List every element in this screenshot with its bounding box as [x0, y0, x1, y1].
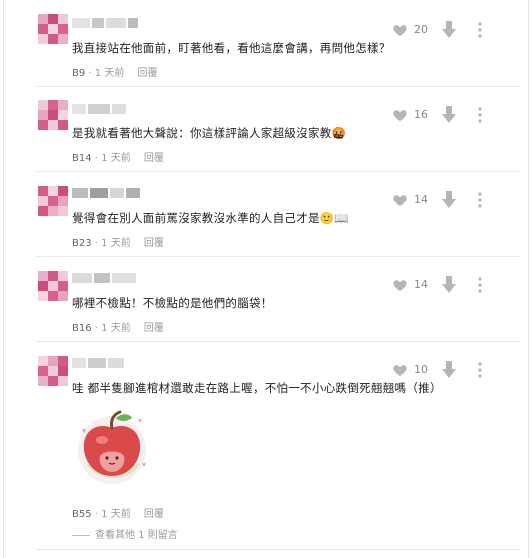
heart-icon[interactable]	[392, 22, 408, 38]
like-count: 10	[414, 363, 428, 376]
divider	[36, 256, 520, 257]
like-count: 14	[414, 193, 428, 206]
like-count: 16	[414, 108, 428, 121]
floor-number: B16	[72, 323, 92, 334]
comment-actions: 14	[392, 191, 502, 209]
view-more-replies[interactable]: 查看其他 1 則留言	[72, 526, 178, 541]
more-options-icon[interactable]	[478, 192, 482, 208]
comment-text: 覺得會在別人面前罵沒家教沒水準的人自己才是🙂📖	[72, 211, 350, 225]
comment-actions: 20	[392, 21, 502, 39]
more-options-icon[interactable]	[478, 277, 482, 293]
username-blurred[interactable]	[72, 358, 128, 372]
arrow-down-icon[interactable]	[442, 191, 456, 209]
like-count: 20	[414, 23, 428, 36]
heart-icon[interactable]	[392, 277, 408, 293]
meta-separator: ·	[94, 323, 98, 334]
comment-text: 哇 都半隻腳進棺材還敢走在路上喔，不怕一不小心跌倒死翹翹嗎（推）	[72, 381, 442, 395]
comment-actions: 14	[392, 276, 502, 294]
heart-icon[interactable]	[392, 362, 408, 378]
avatar[interactable]	[38, 100, 68, 130]
view-more-label: 查看其他 1 則留言	[95, 530, 178, 541]
meta-separator: ·	[94, 153, 98, 164]
apple-character-sticker[interactable]	[72, 404, 154, 486]
comment-time: 1 天前	[101, 238, 131, 249]
heart-icon[interactable]	[392, 107, 408, 123]
arrow-down-icon[interactable]	[442, 106, 456, 124]
meta-separator: ·	[94, 509, 98, 520]
more-line	[72, 534, 90, 536]
avatar[interactable]	[38, 271, 68, 301]
comment-meta: B16 · 1 天前 回覆	[72, 319, 164, 334]
divider	[36, 171, 520, 172]
arrow-down-icon[interactable]	[442, 276, 456, 294]
floor-number: B9	[72, 68, 86, 79]
avatar[interactable]	[38, 14, 68, 44]
avatar[interactable]	[38, 186, 68, 216]
reply-button[interactable]: 回覆	[144, 323, 164, 334]
divider	[36, 86, 520, 87]
arrow-down-icon[interactable]	[442, 361, 456, 379]
more-options-icon[interactable]	[478, 362, 482, 378]
reply-button[interactable]: 回覆	[144, 509, 164, 520]
divider	[36, 341, 520, 342]
heart-icon[interactable]	[392, 192, 408, 208]
comment-time: 1 天前	[94, 68, 125, 79]
arrow-down-icon[interactable]	[442, 21, 456, 39]
comment-section: 20 我直接站在他面前，盯著他看，看他這麼會講，再問他怎樣？ B9 · 1 天前…	[3, 0, 529, 558]
like-count: 14	[414, 278, 428, 291]
divider	[36, 549, 520, 550]
reply-button[interactable]: 回覆	[138, 68, 158, 79]
avatar[interactable]	[38, 356, 68, 386]
username-blurred[interactable]	[72, 188, 144, 202]
username-blurred[interactable]	[72, 273, 142, 287]
comment-time: 1 天前	[101, 323, 131, 334]
meta-separator: ·	[94, 238, 98, 249]
comment-time: 1 天前	[101, 153, 131, 164]
comment-meta: B9 · 1 天前 回覆	[72, 64, 158, 79]
comment-meta: B14 · 1 天前 回覆	[72, 149, 164, 164]
comment-meta: B55 · 1 天前 回覆	[72, 505, 164, 520]
username-blurred[interactable]	[72, 18, 142, 32]
floor-number: B23	[72, 238, 92, 249]
meta-separator: ·	[88, 68, 92, 79]
username-blurred[interactable]	[72, 104, 132, 118]
more-options-icon[interactable]	[478, 22, 482, 38]
floor-number: B55	[72, 509, 92, 520]
comment-actions: 16	[392, 106, 502, 124]
more-options-icon[interactable]	[478, 107, 482, 123]
comment-meta: B23 · 1 天前 回覆	[72, 234, 164, 249]
comment-text: 哪裡不檢點！不檢點的是他們的腦袋！	[72, 296, 273, 310]
reply-button[interactable]: 回覆	[144, 238, 164, 249]
comment-actions: 10	[392, 361, 502, 379]
reply-button[interactable]: 回覆	[144, 153, 164, 164]
comment-text: 是我就看著他大聲說：你這樣評論人家超級沒家教🤬	[72, 126, 347, 140]
comment-time: 1 天前	[101, 509, 131, 520]
comment-text: 我直接站在他面前，盯著他看，看他這麼會講，再問他怎樣？	[72, 41, 391, 55]
floor-number: B14	[72, 153, 92, 164]
